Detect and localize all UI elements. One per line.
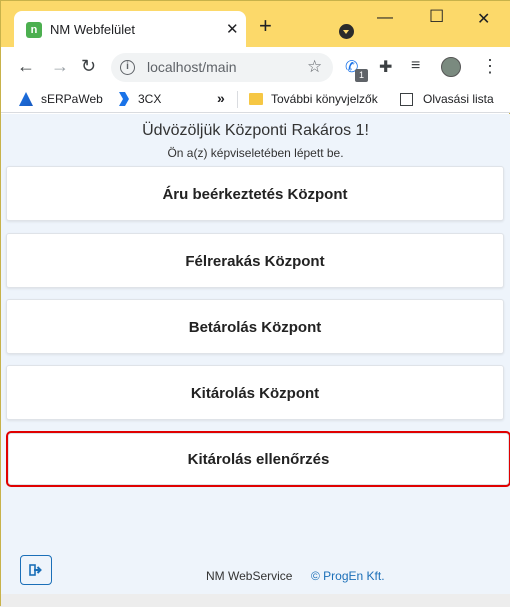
serpaweb-icon [19,92,33,106]
folder-icon [249,93,263,105]
menu-button-aru-beerkeztetes[interactable]: Áru beérkeztetés Központ [6,166,504,221]
more-bookmarks-chevron[interactable]: » [217,90,225,106]
logout-icon [29,564,42,576]
tab-title: NM Webfelület [50,22,136,37]
bookmark-more-folder[interactable]: További könyvjelzők [271,92,378,106]
reload-icon[interactable]: ↻ [81,56,96,77]
maximize-icon[interactable]: ☐ [429,7,444,27]
forward-icon[interactable]: → [51,56,69,77]
info-icon[interactable]: i [120,60,135,75]
browser-window: n NM Webfelület ✕ + — ☐ ✕ ← → ↻ i localh… [0,0,510,607]
reading-list-icon [400,93,413,106]
menu-button-betarolas[interactable]: Betárolás Központ [6,299,504,354]
bookmark-3cx[interactable]: 3CX [138,92,161,106]
3cx-icon [119,92,129,106]
app-favicon-icon: n [26,22,42,38]
tab-bar: n NM Webfelület ✕ + — ☐ ✕ [1,1,510,47]
bookmark-reading-list[interactable]: Olvasási lista [423,92,494,106]
back-icon[interactable]: ← [17,56,35,77]
menu-button-kitarolas-ellenorzes[interactable]: Kitárolás ellenőrzés [6,431,510,487]
close-window-icon[interactable]: ✕ [477,9,490,29]
tab-search-icon[interactable] [339,24,354,39]
footer-copyright-link[interactable]: © ProgEn Kft. [311,569,385,583]
logout-button[interactable] [20,555,52,585]
new-tab-icon[interactable]: + [259,15,272,37]
tab-nm-webfelulet[interactable]: n NM Webfelület ✕ [14,11,246,47]
address-bar[interactable]: i localhost/main ☆ [111,53,333,82]
bookmarks-bar: sERPaWeb 3CX » További könyvjelzők Olvas… [1,87,510,113]
window-bottom-edge [1,594,510,607]
menu-button-kitarolas[interactable]: Kitárolás Központ [6,365,504,420]
bookmark-divider [237,91,238,108]
bookmark-serpaweb[interactable]: sERPaWeb [41,92,103,106]
browser-toolbar: ← → ↻ i localhost/main ☆ ✆ 1 ✚ ≡ ⋮ [1,47,510,87]
minimize-icon[interactable]: — [377,9,393,27]
welcome-subtext: Ön a(z) képviseletében lépett be. [167,146,344,160]
footer-service-name: NM WebService [206,569,293,583]
menu-kebab-icon[interactable]: ⋮ [481,56,499,77]
extensions-puzzle-icon[interactable]: ✚ [379,57,392,77]
menu-button-felrerakas[interactable]: Félrerakás Központ [6,233,504,288]
bookmark-star-icon[interactable]: ☆ [307,57,322,77]
close-tab-icon[interactable]: ✕ [226,20,239,38]
page-content: Üdvözöljük Központi Rakáros 1! Ön a(z) k… [1,114,510,594]
welcome-heading: Üdvözöljük Központi Rakáros 1! [142,122,369,139]
avatar[interactable] [441,57,461,77]
url-text: localhost/main [147,59,237,75]
media-queue-icon[interactable]: ≡ [411,57,420,75]
phone-badge: 1 [355,69,368,82]
